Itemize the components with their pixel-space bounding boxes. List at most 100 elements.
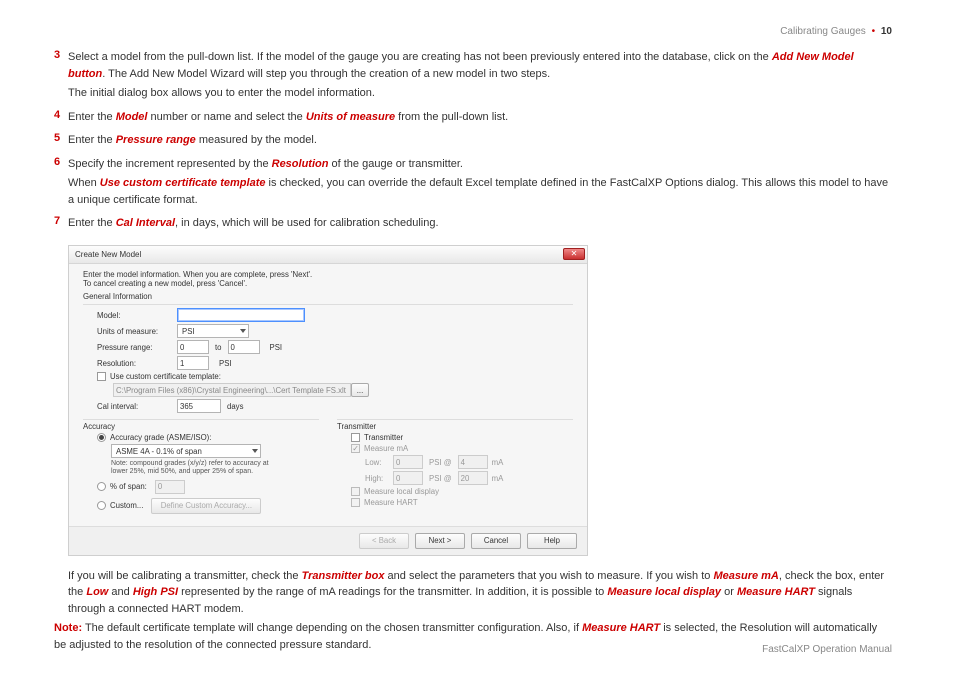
custom-cert-checkbox[interactable]: Use custom certificate template: — [97, 372, 221, 381]
step-3-line1: Select a model from the pull-down list. … — [68, 49, 892, 82]
cal-interval-input[interactable]: 365 — [177, 399, 221, 413]
cal-interval-label: Cal interval: — [97, 402, 177, 411]
high-ma-input: 20 — [458, 471, 488, 485]
radio-icon — [97, 501, 106, 510]
uom-label: Units of measure: — [97, 327, 177, 336]
high-psi-at-label: PSI @ — [429, 474, 452, 483]
general-info-heading: General Information — [83, 292, 573, 301]
define-custom-accuracy-button: Define Custom Accuracy... — [151, 498, 261, 514]
low-psi-at-label: PSI @ — [429, 458, 452, 467]
cancel-button[interactable]: Cancel — [471, 533, 521, 549]
measure-local-display-checkbox: Measure local display — [351, 487, 439, 496]
step-6-line2: When Use custom certificate template is … — [68, 175, 892, 208]
close-icon: ✕ — [571, 250, 578, 258]
transmitter-checkbox[interactable]: Transmitter — [351, 433, 403, 442]
resolution-ref: Resolution — [272, 158, 329, 170]
accuracy-grade-radio[interactable]: Accuracy grade (ASME/ISO): — [97, 433, 211, 442]
checkbox-icon — [351, 433, 360, 442]
resolution-unit-label: PSI — [219, 359, 232, 368]
step-4-text: Enter the Model number or name and selec… — [68, 109, 892, 126]
step-number: 3 — [54, 49, 68, 105]
low-ref: Low — [86, 586, 108, 598]
accuracy-grade-select[interactable]: ASME 4A - 0.1% of span — [111, 444, 261, 458]
create-new-model-dialog: Create New Model ✕ Enter the model infor… — [68, 245, 588, 556]
step-6-line1: Specify the increment represented by the… — [68, 156, 892, 173]
checkbox-icon — [351, 498, 360, 507]
chevron-down-icon — [252, 449, 258, 453]
transmitter-box-ref: Transmitter box — [302, 570, 385, 582]
high-label: High: — [365, 474, 393, 483]
ma-unit: mA — [492, 458, 504, 467]
step-5: 5 Enter the Pressure range measured by t… — [54, 132, 892, 152]
measure-ma-checkbox: ✓ Measure mA — [351, 444, 408, 453]
low-ma-input: 4 — [458, 455, 488, 469]
step-6: 6 Specify the increment represented by t… — [54, 156, 892, 212]
next-button[interactable]: Next > — [415, 533, 465, 549]
cert-path-display: C:\Program Files (x86)\Crystal Engineeri… — [113, 383, 351, 397]
step-7: 7 Enter the Cal Interval, in days, which… — [54, 215, 892, 235]
step-5-text: Enter the Pressure range measured by the… — [68, 132, 892, 149]
dialog-titlebar: Create New Model ✕ — [69, 246, 587, 264]
dialog-title: Create New Model — [75, 250, 141, 259]
accuracy-heading: Accuracy — [83, 422, 319, 431]
step-number: 5 — [54, 132, 68, 152]
step-7-text: Enter the Cal Interval, in days, which w… — [68, 215, 892, 232]
resolution-label: Resolution: — [97, 359, 177, 368]
step-4: 4 Enter the Model number or name and sel… — [54, 109, 892, 129]
units-of-measure-ref: Units of measure — [306, 111, 395, 123]
page-number: 10 — [881, 26, 892, 37]
post-dialog-paragraph: If you will be calibrating a transmitter… — [68, 568, 892, 618]
step-3-line2: The initial dialog box allows you to ent… — [68, 85, 892, 102]
browse-button[interactable]: ... — [351, 383, 369, 397]
custom-accuracy-radio[interactable]: Custom... — [97, 501, 143, 510]
resolution-input[interactable]: 1 — [177, 356, 209, 370]
measure-hart-checkbox: Measure HART — [351, 498, 418, 507]
note-label: Note: — [54, 622, 82, 634]
model-ref: Model — [116, 111, 148, 123]
pressure-to-label: to — [215, 343, 222, 352]
custom-cert-ref: Use custom certificate template — [100, 177, 266, 189]
high-psi-ref: High PSI — [133, 586, 178, 598]
step-number: 4 — [54, 109, 68, 129]
checkbox-icon: ✓ — [351, 444, 360, 453]
cal-interval-unit: days — [227, 402, 243, 411]
radio-icon — [97, 482, 106, 491]
measure-hart-ref: Measure HART — [737, 586, 815, 598]
ma-unit: mA — [492, 474, 504, 483]
measure-hart-ref-2: Measure HART — [582, 622, 660, 634]
help-button[interactable]: Help — [527, 533, 577, 549]
pct-of-span-input: 0 — [155, 480, 185, 494]
high-psi-input: 0 — [393, 471, 423, 485]
pct-of-span-radio[interactable]: % of span: — [97, 482, 147, 491]
transmitter-heading: Transmitter — [337, 422, 573, 431]
checkbox-icon — [351, 487, 360, 496]
accuracy-note: Note: compound grades (x/y/z) refer to a… — [111, 460, 281, 475]
uom-select[interactable]: PSI — [177, 324, 249, 338]
pressure-low-input[interactable]: 0 — [177, 340, 209, 354]
model-label: Model: — [97, 311, 177, 320]
footer-text: FastCalXP Operation Manual — [762, 644, 892, 655]
measure-local-display-ref: Measure local display — [607, 586, 721, 598]
low-psi-input: 0 — [393, 455, 423, 469]
back-button: < Back — [359, 533, 409, 549]
low-label: Low: — [365, 458, 393, 467]
pressure-unit-label: PSI — [270, 343, 283, 352]
step-3: 3 Select a model from the pull-down list… — [54, 49, 892, 105]
close-button[interactable]: ✕ — [563, 248, 585, 260]
pressure-range-ref: Pressure range — [116, 134, 196, 146]
pressure-range-label: Pressure range: — [97, 343, 177, 352]
cal-interval-ref: Cal Interval — [116, 217, 175, 229]
header-separator: • — [872, 26, 876, 37]
dialog-instructions: Enter the model information. When you ar… — [83, 270, 573, 289]
measure-ma-ref: Measure mA — [713, 570, 778, 582]
radio-icon — [97, 433, 106, 442]
dialog-button-row: < Back Next > Cancel Help — [69, 526, 587, 555]
header-section: Calibrating Gauges — [780, 26, 866, 37]
step-number: 7 — [54, 215, 68, 235]
model-input[interactable] — [177, 308, 305, 322]
chevron-down-icon — [240, 329, 246, 333]
pressure-high-input[interactable]: 0 — [228, 340, 260, 354]
page-header: Calibrating Gauges • 10 — [54, 26, 892, 37]
checkbox-icon — [97, 372, 106, 381]
step-number: 6 — [54, 156, 68, 212]
